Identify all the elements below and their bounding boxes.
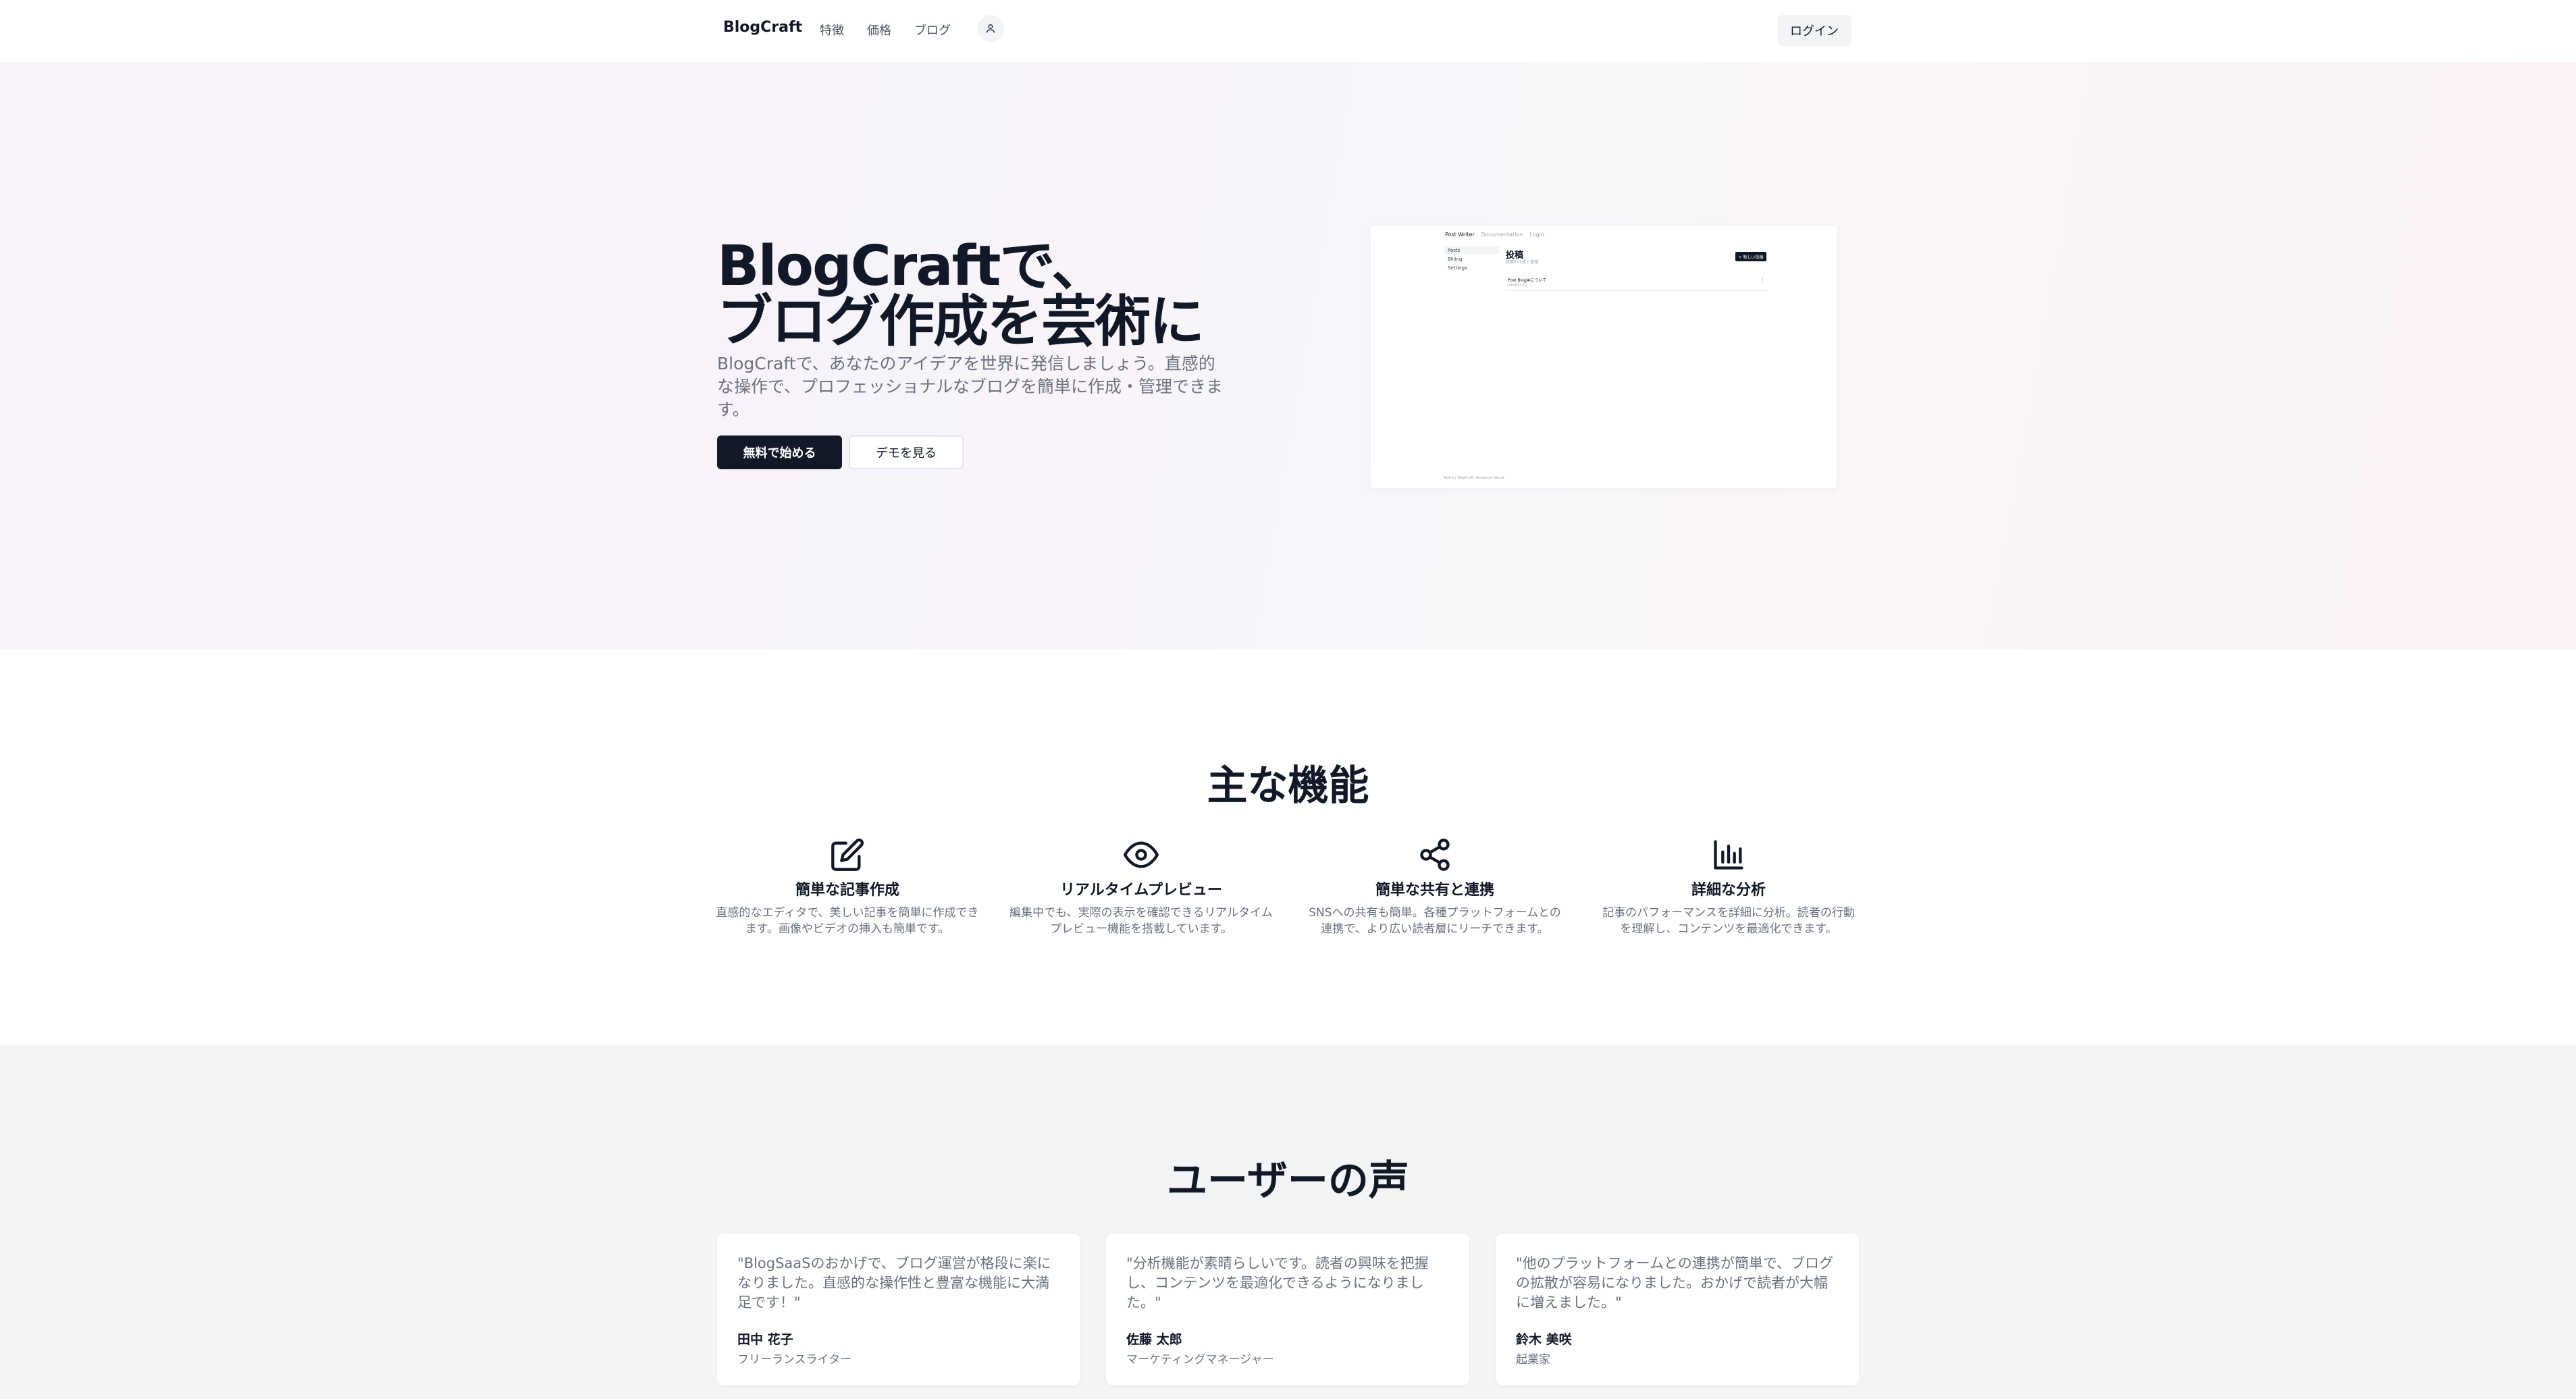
preview-new-post-button: + 新しい投稿 <box>1735 252 1766 261</box>
nav-features[interactable]: 特徴 <box>820 21 844 38</box>
testimonial-card: "他のプラットフォームとの連携が簡単で、ブログの拡散が容易になりました。おかげで… <box>1496 1234 1859 1385</box>
preview-sidebar-item: Posts <box>1444 246 1499 255</box>
eye-icon <box>1124 841 1159 868</box>
feature-item: リアルタイムプレビュー 編集中でも、実際の表示を確認できるリアルタイムプレビュー… <box>1009 837 1273 937</box>
hero-title: BlogCraftで、 ブログ作成を芸術に <box>717 234 1205 354</box>
preview-subtitle: 記事の作成と管理 <box>1506 260 1539 265</box>
feature-item: 簡単な共有と連携 SNSへの共有も簡単。各種プラットフォームとの連携で、より広い… <box>1303 837 1567 937</box>
nav-blog[interactable]: ブログ <box>914 21 951 38</box>
preview-sidebar-item: Billing <box>1448 257 1463 262</box>
testimonials-title: ユーザーの声 <box>1167 1157 1409 1205</box>
feature-description: 編集中でも、実際の表示を確認できるリアルタイムプレビュー機能を搭載しています。 <box>1009 906 1273 936</box>
preview-sidebar-item: Settings <box>1448 265 1467 271</box>
hero-description: BlogCraftで、あなたのアイデアを世界に発信しましょう。直感的な操作で、プ… <box>717 354 1224 419</box>
hero-title-line-2: ブログ作成を芸術に <box>717 290 1205 354</box>
hero-title-line-1: BlogCraftで、 <box>717 234 1107 298</box>
nav-pricing[interactable]: 価格 <box>867 21 891 38</box>
testimonial-quote: "他のプラットフォームとの連携が簡単で、ブログの拡散が容易になりました。おかげで… <box>1516 1255 1833 1311</box>
testimonial-author: 田中 花子 <box>737 1332 793 1347</box>
user-menu-button[interactable] <box>977 15 1004 42</box>
share-icon <box>1420 839 1450 871</box>
feature-name: 簡単な共有と連携 <box>1375 882 1494 899</box>
testimonial-quote: "分析機能が素晴らしいです。読者の興味を把握し、コンテンツを最適化できるようにな… <box>1126 1255 1429 1311</box>
testimonial-role: マーケティングマネージャー <box>1126 1353 1274 1367</box>
login-button[interactable]: ログイン <box>1777 15 1851 46</box>
feature-name: リアルタイムプレビュー <box>1059 882 1223 899</box>
preview-sidebar: Posts Billing Settings <box>1444 246 1499 273</box>
feature-item: 簡単な記事作成 直感的なエディタで、美しい記事を簡単に作成できます。画像やビデオ… <box>716 837 979 937</box>
feature-name: 簡単な記事作成 <box>795 882 899 899</box>
app-preview-image: Post Writer Documentation Login Posts Bi… <box>1371 226 1837 488</box>
feature-name: 詳細な分析 <box>1691 882 1766 899</box>
brand-logo[interactable]: BlogCraft <box>723 19 802 36</box>
view-demo-button[interactable]: デモを見る <box>849 435 964 469</box>
preview-post-date: 2024/01/01 <box>1508 284 1527 288</box>
feature-description: 直感的なエディタで、美しい記事を簡単に作成できます。画像やビデオの挿入も簡単です… <box>716 906 979 936</box>
testimonial-role: フリーランスライター <box>737 1353 851 1367</box>
testimonial-card: "BlogSaaSのおかげで、ブログ運営が格段に楽になりました。直感的な操作性と… <box>717 1234 1080 1385</box>
preview-footer: Built by BlogCraft. Hosted on Vercel. <box>1444 476 1506 480</box>
site-header: BlogCraft 特徴 価格 ブログ ログイン <box>0 0 2576 62</box>
preview-nav-login: Login <box>1529 232 1544 238</box>
preview-nav-docs: Documentation <box>1481 232 1523 238</box>
start-free-button[interactable]: 無料で始める <box>717 435 842 469</box>
testimonial-role: 起業家 <box>1516 1353 1550 1367</box>
testimonial-author: 佐藤 太郎 <box>1126 1332 1182 1347</box>
feature-description: SNSへの共有も簡単。各種プラットフォームとの連携で、より広い読者層にリーチでき… <box>1309 906 1561 936</box>
hero-section: BlogCraftで、 ブログ作成を芸術に BlogCraftで、あなたのアイデ… <box>0 62 2576 650</box>
preview-post-title: Post BlogAIについて <box>1508 278 1547 283</box>
testimonial-author: 鈴木 美咲 <box>1516 1332 1572 1347</box>
preview-post-row: Post BlogAIについて 2024/01/01 ⋮ <box>1506 273 1768 291</box>
testimonial-card: "分析機能が素晴らしいです。読者の興味を把握し、コンテンツを最適化できるようにな… <box>1106 1234 1469 1385</box>
user-icon <box>987 24 995 33</box>
bar-chart-icon <box>1714 840 1743 870</box>
preview-brand: Post Writer <box>1445 232 1475 238</box>
testimonial-quote: "BlogSaaSのおかげで、ブログ運営が格段に楽になりました。直感的な操作性と… <box>737 1255 1051 1311</box>
feature-description: 記事のパフォーマンスを詳細に分析。読者の行動を理解し、コンテンツを最適化できます… <box>1602 906 1855 936</box>
edit-icon <box>831 838 864 871</box>
preview-top-bar: Post Writer Documentation Login <box>1445 232 1544 238</box>
main-nav: 特徴 価格 ブログ <box>820 21 974 38</box>
features-title: 主な機能 <box>1207 762 1369 810</box>
feature-item: 詳細な分析 記事のパフォーマンスを詳細に分析。読者の行動を理解し、コンテンツを最… <box>1597 837 1860 937</box>
preview-more-icon: ⋮ <box>1760 278 1765 283</box>
